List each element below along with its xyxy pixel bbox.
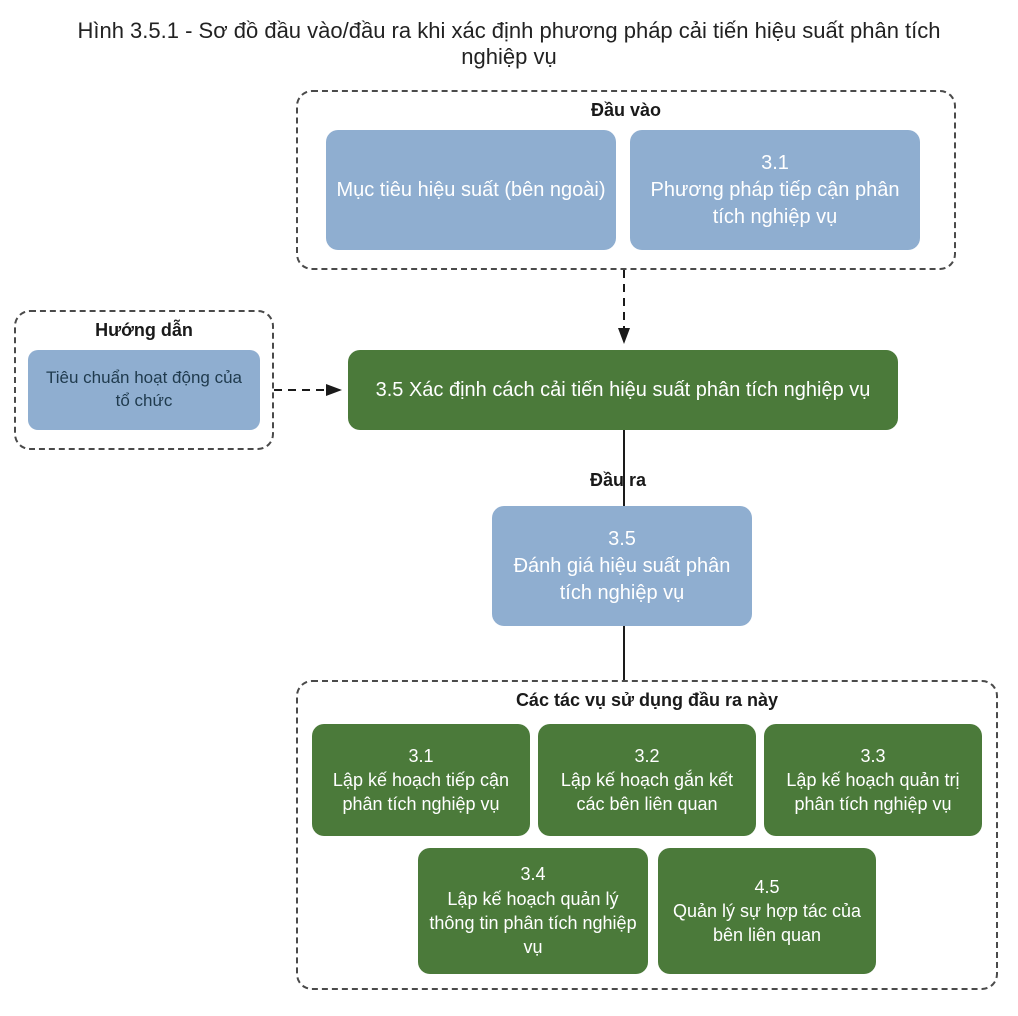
- task-box-1: 3.2 Lập kế hoạch gắn kết các bên liên qu…: [538, 724, 756, 836]
- input-box-1-num: 3.1: [761, 150, 789, 177]
- output-num: 3.5: [608, 526, 636, 553]
- task-3-num: 3.4: [520, 862, 545, 886]
- line-center-to-output: [614, 430, 634, 506]
- output-box: 3.5 Đánh giá hiệu suất phân tích nghiệp …: [492, 506, 752, 626]
- arrow-inputs-to-center: [614, 270, 634, 350]
- output-text: Đánh giá hiệu suất phân tích nghiệp vụ: [502, 553, 742, 607]
- arrow-guide-to-center: [274, 380, 348, 400]
- line-output-to-tasks: [614, 626, 634, 680]
- task-box-0: 3.1 Lập kế hoạch tiếp cận phân tích nghi…: [312, 724, 530, 836]
- center-box: 3.5 Xác định cách cải tiến hiệu suất phâ…: [348, 350, 898, 430]
- figure-title: Hình 3.5.1 - Sơ đồ đầu vào/đầu ra khi xá…: [50, 18, 968, 70]
- task-box-3: 3.4 Lập kế hoạch quản lý thông tin phân …: [418, 848, 648, 974]
- task-1-num: 3.2: [634, 744, 659, 768]
- task-2-text: Lập kế hoạch quản trị phân tích nghiệp v…: [774, 768, 972, 817]
- input-box-0: Mục tiêu hiệu suất (bên ngoài): [326, 130, 616, 250]
- guide-item: Tiêu chuẩn hoạt động của tổ chức: [28, 350, 260, 430]
- input-box-0-text: Mục tiêu hiệu suất (bên ngoài): [336, 177, 605, 204]
- output-label: Đầu ra: [590, 470, 646, 491]
- center-text: 3.5 Xác định cách cải tiến hiệu suất phâ…: [376, 377, 871, 404]
- guide-item-text: Tiêu chuẩn hoạt động của tổ chức: [38, 367, 250, 413]
- task-0-text: Lập kế hoạch tiếp cận phân tích nghiệp v…: [322, 768, 520, 817]
- guide-label: Hướng dẫn: [16, 320, 272, 341]
- inputs-label: Đầu vào: [298, 100, 954, 121]
- task-4-text: Quản lý sự hợp tác của bên liên quan: [668, 899, 866, 948]
- tasks-label: Các tác vụ sử dụng đầu ra này: [298, 690, 996, 711]
- task-box-4: 4.5 Quản lý sự hợp tác của bên liên quan: [658, 848, 876, 974]
- task-0-num: 3.1: [408, 744, 433, 768]
- task-4-num: 4.5: [754, 875, 779, 899]
- task-2-num: 3.3: [860, 744, 885, 768]
- task-3-text: Lập kế hoạch quản lý thông tin phân tích…: [428, 887, 638, 960]
- input-box-1: 3.1 Phương pháp tiếp cận phân tích nghiệ…: [630, 130, 920, 250]
- input-box-1-text: Phương pháp tiếp cận phân tích nghiệp vụ: [640, 177, 910, 231]
- task-box-2: 3.3 Lập kế hoạch quản trị phân tích nghi…: [764, 724, 982, 836]
- task-1-text: Lập kế hoạch gắn kết các bên liên quan: [548, 768, 746, 817]
